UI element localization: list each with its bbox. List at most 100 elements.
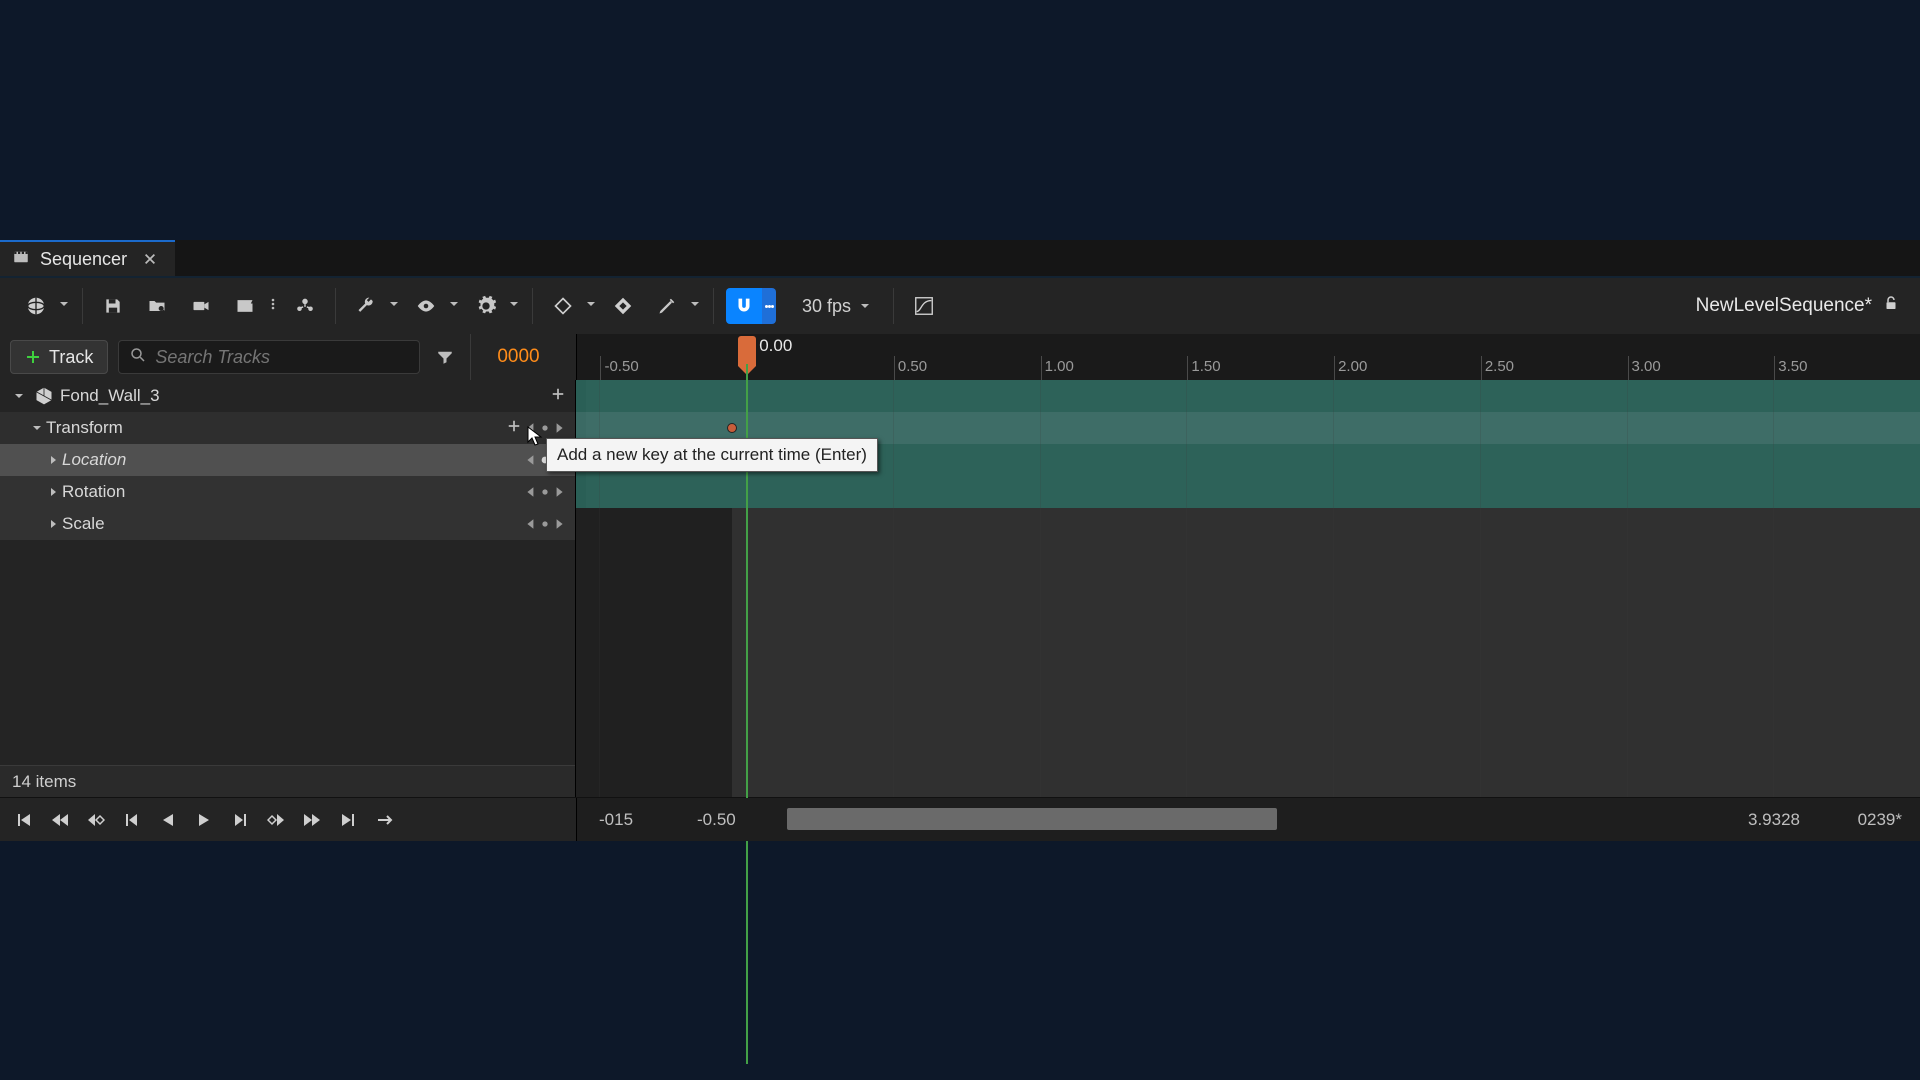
save-button[interactable] (95, 288, 131, 324)
chevron-down-icon (508, 297, 520, 315)
autokey-button[interactable] (605, 288, 641, 324)
jump-back-button[interactable] (46, 806, 74, 834)
render-button[interactable] (227, 288, 279, 324)
range-bar[interactable]: -015 -0.50 3.9328 0239* (576, 798, 1920, 841)
fps-label: 30 fps (802, 296, 851, 317)
fps-dropdown[interactable]: 30 fps (792, 296, 881, 317)
search-tracks-input[interactable] (118, 340, 420, 374)
expand-toggle[interactable] (44, 519, 62, 529)
clapboard-icon (227, 288, 263, 324)
outliner-status: 14 items (0, 765, 575, 797)
add-section-button[interactable] (551, 386, 565, 406)
ruler-tick-label: 2.00 (1338, 358, 1367, 375)
rotation-row[interactable]: Rotation (0, 476, 575, 508)
eye-icon (408, 288, 444, 324)
prev-key-button[interactable] (82, 806, 110, 834)
keyframe[interactable] (727, 423, 737, 433)
key-interp-button[interactable] (545, 288, 597, 324)
scale-label: Scale (62, 514, 105, 534)
scale-row[interactable]: Scale (0, 508, 575, 540)
ruler-tick (1481, 356, 1482, 380)
curve-editor-button[interactable] (906, 288, 942, 324)
tab-label: Sequencer (40, 249, 127, 270)
ruler-tick (1334, 356, 1335, 380)
globe-icon (18, 288, 54, 324)
playback-button[interactable] (468, 288, 520, 324)
pencil-icon (649, 288, 685, 324)
ruler-tick (1041, 356, 1042, 380)
lock-icon[interactable] (1882, 294, 1900, 318)
filter-button[interactable] (430, 348, 460, 366)
transform-row[interactable]: Transform (0, 412, 575, 444)
rotation-label: Rotation (62, 482, 125, 502)
search-icon (129, 346, 147, 369)
tab-sequencer[interactable]: Sequencer (0, 240, 175, 276)
tab-close-button[interactable] (143, 252, 157, 266)
current-frame-display[interactable]: 0000 (470, 334, 566, 380)
camera-button[interactable] (183, 288, 219, 324)
ruler-tick-label: 1.00 (1045, 358, 1074, 375)
ruler-tick (894, 356, 895, 380)
tab-bar: Sequencer (0, 240, 1920, 278)
time-ruler[interactable]: 0.00-0.500.501.001.502.002.503.003.50 (576, 334, 1920, 380)
range-slider[interactable] (787, 808, 1277, 830)
ruler-tick (1774, 356, 1775, 380)
ruler-tick-label: 3.50 (1778, 358, 1807, 375)
expand-toggle[interactable] (44, 455, 62, 465)
ruler-tick (1187, 356, 1188, 380)
jump-forward-button[interactable] (298, 806, 326, 834)
chevron-down-icon (448, 297, 460, 315)
toolbar: 30 fps NewLevelSequence* (0, 278, 1920, 334)
key-nav[interactable] (525, 518, 565, 530)
browse-button[interactable] (139, 288, 175, 324)
add-section-button[interactable] (507, 418, 521, 438)
ruler-tick-label: 2.50 (1485, 358, 1514, 375)
expand-toggle[interactable] (10, 391, 28, 401)
goto-end-button[interactable] (334, 806, 362, 834)
next-key-button[interactable] (262, 806, 290, 834)
goto-start-button[interactable] (10, 806, 38, 834)
transform-lane[interactable] (576, 380, 1920, 412)
world-button[interactable] (18, 288, 70, 324)
ruler-tick-label: 0.50 (898, 358, 927, 375)
step-back-button[interactable] (118, 806, 146, 834)
view-button[interactable] (408, 288, 460, 324)
add-track-button[interactable]: Track (10, 340, 108, 374)
range-in-frame[interactable]: -015 (599, 810, 633, 830)
location-row[interactable]: Location (0, 444, 575, 476)
actions-button[interactable] (348, 288, 400, 324)
range-out-frame[interactable]: 0239* (1858, 810, 1902, 830)
playhead-label: 0.00 (759, 336, 792, 356)
add-track-label: Track (49, 347, 93, 368)
play-button[interactable] (190, 806, 218, 834)
tooltip: Add a new key at the current time (Enter… (546, 438, 878, 472)
play-reverse-button[interactable] (154, 806, 182, 834)
key-nav[interactable] (525, 486, 565, 498)
gear-icon (468, 288, 504, 324)
chevron-down-icon (585, 297, 597, 315)
sequencer-icon (12, 248, 30, 271)
snap-options-button[interactable] (762, 288, 776, 324)
step-forward-button[interactable] (226, 806, 254, 834)
expand-toggle[interactable] (44, 487, 62, 497)
chevron-down-icon (388, 297, 400, 315)
ruler-tick-label: 3.00 (1632, 358, 1661, 375)
tracks-header-row: Track 0000 0.00-0.500.501.001.502.002.50… (0, 334, 1920, 380)
director-button[interactable] (287, 288, 323, 324)
loop-button[interactable] (370, 806, 398, 834)
transport-controls (0, 798, 576, 841)
scale-lane[interactable] (576, 476, 1920, 508)
edit-button[interactable] (649, 288, 701, 324)
sequence-name[interactable]: NewLevelSequence* (1696, 295, 1872, 317)
track-outliner: Fond_Wall_3 Transform (0, 380, 576, 797)
range-in-time[interactable]: -0.50 (697, 810, 736, 830)
location-label: Location (62, 450, 126, 470)
dots-vertical-icon (267, 297, 279, 315)
object-row[interactable]: Fond_Wall_3 (0, 380, 575, 412)
snap-toggle[interactable] (726, 288, 762, 324)
object-name: Fond_Wall_3 (60, 386, 160, 406)
wrench-icon (348, 288, 384, 324)
search-field[interactable] (155, 347, 409, 368)
range-out-time[interactable]: 3.9328 (1748, 810, 1800, 830)
expand-toggle[interactable] (28, 423, 46, 433)
